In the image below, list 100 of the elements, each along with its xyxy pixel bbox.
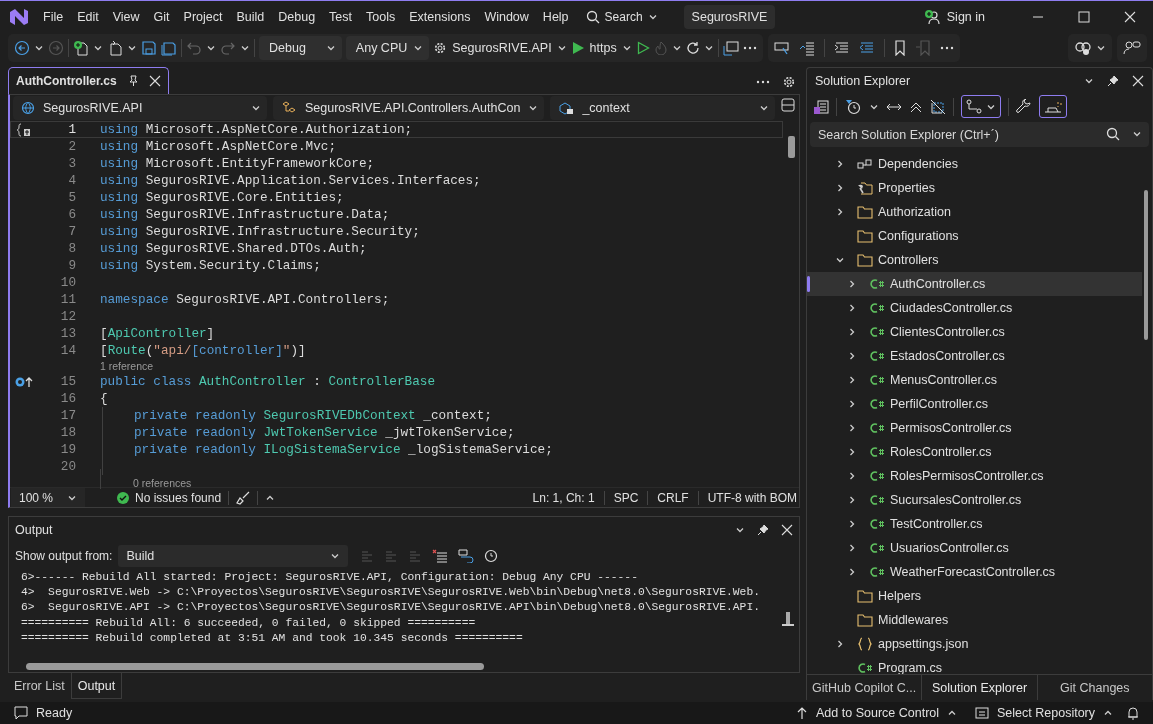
caret-icon[interactable] (735, 525, 745, 535)
caret-icon[interactable] (34, 43, 44, 53)
cleanup-icon[interactable] (236, 490, 251, 505)
repository-button[interactable]: Select Repository (975, 706, 1113, 720)
new-item-icon[interactable] (73, 40, 89, 56)
tree-item[interactable]: EstadosController.cs (807, 344, 1142, 368)
tree-item[interactable]: RolesPermisosController.cs (807, 464, 1142, 488)
run-button[interactable]: https (570, 41, 632, 55)
pin-icon[interactable] (1107, 74, 1119, 87)
collapsed-chevron-icon[interactable] (835, 639, 845, 649)
back-icon[interactable] (14, 40, 30, 56)
caret-icon[interactable] (1096, 43, 1106, 53)
menu-item[interactable]: Tools (359, 6, 403, 28)
panel-tab[interactable]: Output (70, 673, 123, 699)
platform-dropdown[interactable]: Any CPU (345, 36, 430, 60)
clear-all-icon[interactable] (432, 548, 449, 563)
caret-icon[interactable] (1132, 129, 1142, 139)
tree-item[interactable]: ClientesController.cs (807, 320, 1142, 344)
tab-title[interactable]: AuthController.cs (16, 74, 117, 88)
tree-item[interactable]: Program.cs (807, 656, 1142, 674)
tree-item[interactable]: Dependencies (807, 152, 1142, 176)
menu-item[interactable]: Window (477, 6, 536, 28)
start-without-debugging-icon[interactable] (635, 41, 650, 55)
collapsed-chevron-icon[interactable] (847, 471, 857, 481)
caret-icon[interactable] (703, 43, 714, 53)
search-field[interactable]: Search Solution Explorer (Ctrl+´) (810, 122, 1149, 147)
caret-icon[interactable] (206, 43, 216, 53)
collapsed-chevron-icon[interactable] (847, 423, 857, 433)
save-icon[interactable] (141, 40, 157, 56)
collapsed-chevron-icon[interactable] (847, 303, 857, 313)
line-endings-status[interactable]: CRLF (655, 490, 691, 505)
menu-item[interactable]: Build (229, 6, 272, 28)
close-icon[interactable] (781, 524, 793, 536)
source-control-button[interactable]: Add to Source Control (796, 706, 958, 720)
menu-item[interactable]: Help (535, 6, 576, 28)
tree-item[interactable]: Controllers (807, 248, 1142, 272)
startup-project-button[interactable]: SegurosRIVE.API (433, 41, 567, 55)
encoding-status[interactable]: UTF-8 with BOM (705, 490, 799, 505)
tree-item[interactable]: PerfilController.cs (807, 392, 1142, 416)
tree-item[interactable]: MenusController.cs (807, 368, 1142, 392)
comment-icon[interactable] (773, 40, 790, 56)
tree-item[interactable]: TestController.cs (807, 512, 1142, 536)
tree-item[interactable]: RolesController.cs (807, 440, 1142, 464)
collapsed-chevron-icon[interactable] (847, 519, 857, 529)
tree-item[interactable]: Middlewares (807, 608, 1142, 632)
project-icon[interactable] (813, 98, 829, 115)
caret-icon[interactable] (240, 43, 250, 53)
view-switch-button[interactable] (961, 95, 1001, 118)
tree-item[interactable]: Properties (807, 176, 1142, 200)
outline-icon[interactable] (17, 122, 31, 137)
expanded-chevron-icon[interactable] (835, 255, 845, 265)
panel-tab[interactable]: GitHub Copilot C... (807, 675, 922, 700)
wrench-icon[interactable] (1016, 98, 1032, 115)
menu-item[interactable]: View (105, 6, 147, 28)
menu-item[interactable]: Extensions (402, 6, 478, 28)
outdent-icon[interactable] (858, 40, 875, 56)
tree-item[interactable]: SucursalesController.cs (807, 488, 1142, 512)
list-icon[interactable] (798, 40, 815, 56)
search-button[interactable]: Search (577, 6, 666, 28)
tree-item[interactable]: appsettings.json (807, 632, 1142, 656)
notification-icon[interactable] (14, 706, 28, 720)
collapsed-chevron-icon[interactable] (847, 447, 857, 457)
feedback-icon[interactable] (1123, 40, 1141, 56)
tree-item[interactable]: UsuariosController.cs (807, 536, 1142, 560)
tree-item[interactable]: PermisosController.cs (807, 416, 1142, 440)
whitespace-status[interactable]: SPC (611, 490, 641, 505)
menu-item[interactable]: Project (176, 6, 230, 28)
menu-item[interactable]: Debug (271, 6, 323, 28)
collapsed-chevron-icon[interactable] (847, 375, 857, 385)
caret-icon[interactable] (93, 43, 103, 53)
search-icon[interactable] (1106, 127, 1120, 141)
menu-item[interactable]: Git (146, 6, 177, 28)
collapsed-chevron-icon[interactable] (847, 495, 857, 505)
code-lens[interactable]: 1 reference (100, 360, 154, 372)
word-wrap-icon[interactable] (458, 548, 475, 563)
settings-icon[interactable] (782, 75, 796, 89)
copilot-icon[interactable] (1074, 40, 1092, 56)
collapsed-chevron-icon[interactable] (847, 327, 857, 337)
panel-tab[interactable]: Git Changes (1037, 675, 1152, 700)
panel-tab[interactable]: Solution Explorer (921, 675, 1038, 700)
menu-item[interactable]: File (36, 6, 71, 28)
code-lens[interactable]: 0 references (133, 477, 192, 489)
collapsed-chevron-icon[interactable] (847, 567, 857, 577)
history-icon[interactable] (844, 98, 862, 115)
split-icon[interactable] (781, 98, 795, 112)
file-icon[interactable] (107, 40, 123, 56)
tree-item[interactable]: Helpers (807, 584, 1142, 608)
tree-item[interactable]: WeatherForecastController.cs (807, 560, 1142, 584)
pin-icon[interactable] (757, 524, 769, 536)
collapsed-chevron-icon[interactable] (847, 399, 857, 409)
clock-icon[interactable] (484, 548, 499, 563)
filter-icon[interactable] (930, 98, 946, 115)
collapsed-chevron-icon[interactable] (835, 207, 845, 217)
collapsed-chevron-icon[interactable] (835, 159, 845, 169)
caret-icon[interactable] (127, 43, 137, 53)
window-icon[interactable] (722, 40, 739, 56)
navigation-dropdown[interactable]: SegurosRIVE.API (13, 96, 267, 120)
notifications-icon[interactable] (1127, 706, 1139, 720)
sync-icon[interactable] (886, 101, 902, 112)
tree-item[interactable]: Configurations (807, 224, 1142, 248)
